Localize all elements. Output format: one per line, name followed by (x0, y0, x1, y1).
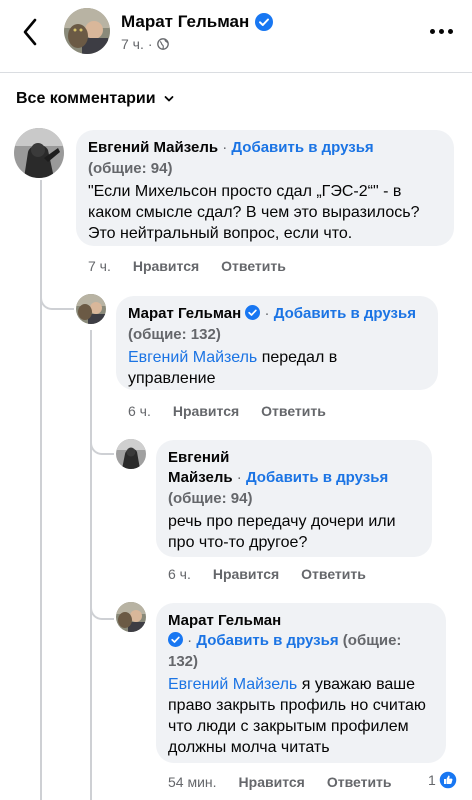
reply-button[interactable]: Ответить (261, 403, 326, 419)
author-separator: · (187, 632, 193, 649)
thread-connector-reply-3 (90, 590, 114, 620)
comment-header: Евгений Майзель · Добавить в друзья (88, 138, 442, 158)
comment-header: Евгений Майзель · Добавить в друзья (168, 448, 420, 488)
comment-bubble: Евгений Майзель · Добавить в друзья (общ… (156, 440, 432, 557)
author-separator: · (222, 139, 228, 156)
post-time[interactable]: 7 ч. (121, 36, 144, 52)
mutual-friends-count: (общие: 132) (128, 326, 221, 343)
reply-button[interactable]: Ответить (221, 258, 286, 274)
verified-badge-icon (255, 13, 274, 31)
comment-bubble: Марат Гельман · Добавить в друзья (общие… (156, 603, 446, 763)
like-button[interactable]: Нравится (133, 258, 199, 274)
thread-connector-reply-1 (40, 280, 74, 310)
comment-text: "Если Михельсон просто сдал „ГЭС-2“" - в… (88, 183, 420, 242)
post-author-name[interactable]: Марат Гельман (121, 12, 274, 32)
header-divider (0, 72, 472, 73)
mutual-friends-label: (общие: (342, 632, 402, 649)
thread-line-main (40, 180, 42, 800)
mention-link[interactable]: Евгений Майзель (168, 676, 297, 693)
mutual-friends-count: 132) (168, 653, 199, 670)
comment-actions: 54 мин. Нравится Ответить (168, 774, 392, 790)
meta-separator: · (147, 36, 153, 52)
like-button[interactable]: Нравится (173, 403, 239, 419)
comment-bubble: Марат Гельман · Добавить в друзья (общие… (116, 296, 438, 390)
comment-author[interactable]: Евгений Майзель (88, 139, 218, 156)
more-options-button[interactable] (424, 18, 458, 44)
post-meta: 7 ч. · (121, 36, 169, 52)
comments-filter-dropdown[interactable]: Все комментарии (16, 90, 174, 108)
reaction-count: 1 (428, 772, 436, 788)
like-reaction-icon (438, 770, 458, 790)
comment-time[interactable]: 7 ч. (88, 258, 111, 274)
globe-icon (156, 38, 169, 50)
comment-bubble: Евгений Майзель · Добавить в друзья (общ… (76, 130, 454, 246)
commenter-avatar[interactable] (76, 294, 106, 324)
comment-actions: 7 ч. Нравится Ответить (88, 258, 286, 274)
author-separator: · (264, 305, 270, 322)
verified-badge-icon (245, 305, 261, 320)
comment-body: Евгений Майзель я уважаю ваше право закр… (168, 674, 434, 758)
comment-author-last[interactable]: Майзель (168, 469, 233, 486)
commenter-avatar[interactable] (116, 439, 146, 469)
author-separator: · (236, 469, 242, 486)
like-button[interactable]: Нравится (213, 566, 279, 582)
commenter-avatar[interactable] (14, 128, 64, 178)
chevron-left-icon (23, 18, 37, 46)
filter-label: Все комментарии (16, 90, 156, 107)
comment-author[interactable]: Марат Гельман (168, 612, 281, 629)
reply-button[interactable]: Ответить (301, 566, 366, 582)
chevron-down-icon (164, 96, 173, 102)
comment-time[interactable]: 6 ч. (128, 403, 151, 419)
comment-actions: 6 ч. Нравится Ответить (128, 403, 326, 419)
post-author-label: Марат Гельман (121, 12, 250, 31)
back-button[interactable] (14, 16, 46, 48)
comment-time[interactable]: 6 ч. (168, 566, 191, 582)
reaction-summary[interactable]: 1 (428, 770, 458, 790)
comment-header: Марат Гельман · Добавить в друзья (128, 304, 426, 324)
thread-connector-reply-2 (90, 425, 114, 455)
reply-button[interactable]: Ответить (327, 774, 392, 790)
post-header: Марат Гельман 7 ч. · (0, 0, 472, 80)
add-friend-link[interactable]: Добавить в друзья (196, 632, 338, 649)
comment-body: Евгений Майзель передал в управление (128, 347, 426, 389)
comment-author-first[interactable]: Евгений (168, 449, 229, 466)
add-friend-link[interactable]: Добавить в друзья (246, 469, 388, 486)
mutual-friends-count: (общие: 94) (168, 490, 253, 507)
comment-text: речь про передачу дочери или про что-то … (168, 513, 396, 551)
add-friend-link[interactable]: Добавить в друзья (231, 139, 373, 156)
comment-actions: 6 ч. Нравится Ответить (168, 566, 366, 582)
comment-header: Марат Гельман · Добавить в друзья (общие… (168, 611, 434, 651)
mention-link[interactable]: Евгений Майзель (128, 349, 257, 366)
comment-author[interactable]: Марат Гельман (128, 305, 241, 322)
commenter-avatar[interactable] (116, 602, 146, 632)
mutual-friends-count: (общие: 94) (88, 160, 173, 177)
verified-badge-icon (168, 632, 183, 647)
more-horizontal-icon (429, 28, 435, 34)
like-button[interactable]: Нравится (239, 774, 305, 790)
add-friend-link[interactable]: Добавить в друзья (274, 305, 416, 322)
thread-line-nested (90, 330, 92, 800)
comment-time[interactable]: 54 мин. (168, 774, 217, 790)
author-avatar[interactable] (64, 8, 110, 54)
